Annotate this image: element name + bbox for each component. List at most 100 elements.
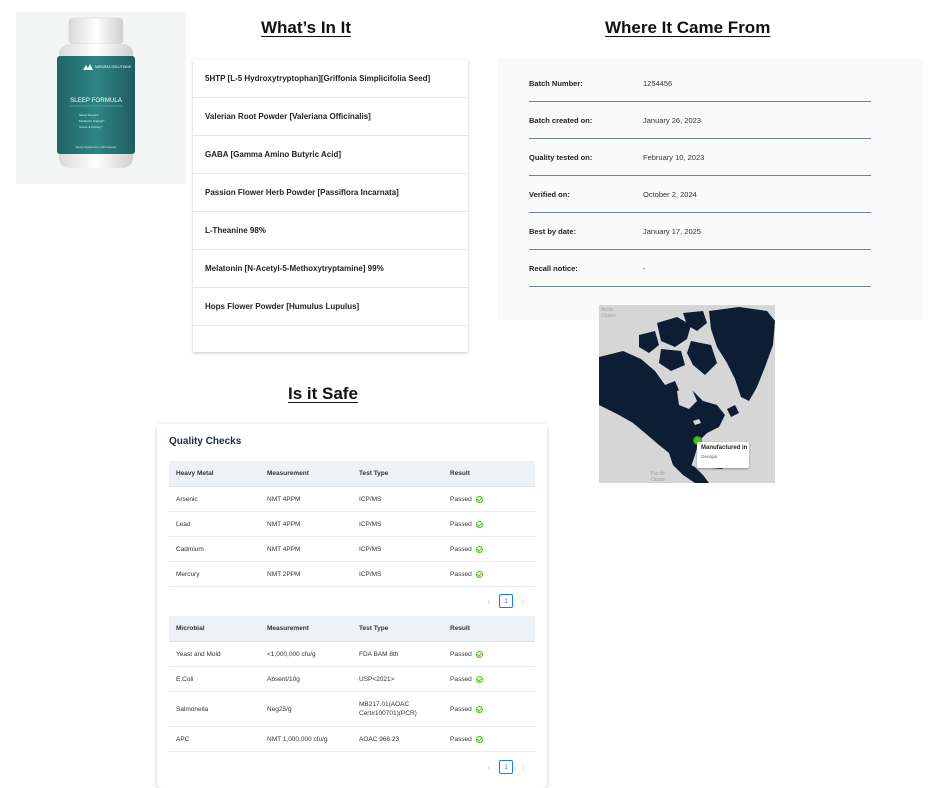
heavy-metal-table-header: Heavy Metal Measurement Test Type Result — [169, 461, 535, 487]
table-cell: NMT 4PPM — [267, 495, 301, 503]
column-header: Measurement — [267, 470, 309, 477]
result-text: Passed — [450, 495, 472, 503]
column-header: Measurement — [267, 625, 309, 632]
table-cell: Cadmium — [176, 545, 204, 553]
origin-label: Batch created on: — [529, 115, 593, 125]
column-header: Result — [450, 470, 470, 477]
bottle-benefit-1: Sleep Support* — [79, 113, 100, 117]
table-cell: Lead — [176, 520, 191, 528]
column-header: Heavy Metal — [176, 470, 214, 477]
microbial-pagination: ‹ 1 › — [483, 760, 529, 774]
ingredients-card: 5HTP [L-5 Hydroxytryptophan][Griffonia S… — [193, 60, 468, 352]
check-circle-icon — [475, 675, 483, 683]
origin-value: October 2, 2024 — [643, 189, 697, 199]
bottle-benefit-2: Melatonin Support* — [79, 119, 105, 123]
origin-value: February 10, 2023 — [643, 152, 705, 162]
table-cell: APC — [176, 735, 190, 743]
bottle-benefit-3: Stress & Anxiety* — [79, 125, 103, 129]
table-row: Arsenic NMT 4PPM ICP/MS Passed — [169, 487, 535, 512]
origin-label: Verified on: — [529, 189, 570, 199]
table-cell: ICP/MS — [359, 570, 382, 578]
table-cell: AOAC 966.23 — [359, 735, 400, 743]
table-cell: NMT 1,000,000 cfu/g — [267, 735, 328, 743]
chevron-right-icon[interactable]: › — [517, 763, 529, 772]
result-text: Passed — [450, 675, 472, 683]
origin-value: January 26, 2023 — [643, 115, 701, 125]
pacific-ocean-label: Pacific Ocean — [651, 471, 666, 483]
microbial-table-header: Microbial Measurement Test Type Result — [169, 616, 535, 642]
result-text: Passed — [450, 735, 472, 743]
table-cell: ICP/MS — [359, 495, 382, 503]
bottle-footer-text: Dietary Supplement | 120 Capsules — [76, 145, 117, 149]
table-row: Salmonella Neg25/g MB217.01(AOAC Cert#10… — [169, 692, 535, 727]
ingredient-item: Passion Flower Herb Powder [Passiflora I… — [193, 174, 468, 212]
result-cell: Passed — [450, 512, 483, 536]
table-cell: Salmonella — [176, 705, 209, 713]
bottle-brand-text: NATURAL SOLUTIONS — [95, 65, 132, 69]
table-cell: NMT 4PPM — [267, 520, 301, 528]
table-cell: Yeast and Mold — [176, 650, 221, 658]
column-header: Test Type — [359, 625, 389, 632]
table-cell: Mercury — [176, 570, 200, 578]
whats-in-it-heading: What’s In It — [261, 18, 352, 37]
origin-label: Batch Number: — [529, 78, 583, 88]
table-cell: NMT 2PPM — [267, 570, 301, 578]
tooltip-title: Manufactured in — [701, 445, 748, 451]
column-header: Test Type — [359, 470, 389, 477]
result-cell: Passed — [450, 692, 483, 726]
result-cell: Passed — [450, 487, 483, 511]
table-cell: Absent/10g — [267, 675, 300, 683]
page-number-button[interactable]: 1 — [499, 760, 513, 774]
table-cell: FDA BAM 8th — [359, 650, 399, 658]
check-circle-icon — [475, 545, 483, 553]
quality-checks-title: Quality Checks — [169, 436, 242, 447]
table-row: Yeast and Mold <1,000,000 cfu/g FDA BAM … — [169, 642, 535, 667]
result-cell: Passed — [450, 667, 483, 691]
table-cell: ICP/MS — [359, 545, 382, 553]
page-number-button[interactable]: 1 — [499, 594, 513, 608]
map-tooltip: Manufactured in Georgia — [697, 442, 749, 468]
ingredient-item: Melatonin [N-Acetyl-5-Methoxytryptamine]… — [193, 250, 468, 288]
result-cell: Passed — [450, 562, 483, 586]
tooltip-location: Georgia — [701, 454, 718, 459]
origin-row-quality-tested: Quality tested on: February 10, 2023 — [529, 139, 871, 176]
origin-row-verified: Verified on: October 2, 2024 — [529, 176, 871, 213]
table-cell: <1,000,000 cfu/g — [267, 650, 316, 658]
check-circle-icon — [475, 650, 483, 658]
heavy-metal-pagination: ‹ 1 › — [483, 594, 529, 608]
origin-label: Quality tested on: — [529, 152, 593, 162]
sleep-formula-bottle-image: NATURAL SOLUTIONS SLEEP FORMULA Sleep Su… — [57, 17, 135, 168]
origin-row-recall-notice: Recall notice: - — [529, 250, 871, 287]
table-cell: E.Coli — [176, 675, 194, 683]
result-text: Passed — [450, 520, 472, 528]
arctic-ocean-label: Arctic Ocean — [601, 307, 616, 319]
bottle-product-name: SLEEP FORMULA — [70, 97, 123, 104]
table-row: Cadmium NMT 4PPM ICP/MS Passed — [169, 537, 535, 562]
origin-value: - — [643, 263, 646, 273]
result-cell: Passed — [450, 642, 483, 666]
result-cell: Passed — [450, 727, 483, 751]
check-circle-icon — [475, 570, 483, 578]
table-cell: Neg25/g — [267, 705, 292, 713]
is-it-safe-heading: Is it Safe — [288, 384, 358, 403]
column-header: Result — [450, 625, 470, 632]
table-cell: Arsenic — [176, 495, 198, 503]
result-text: Passed — [450, 650, 472, 658]
origin-row-best-by: Best by date: January 17, 2025 — [529, 213, 871, 250]
chevron-right-icon[interactable]: › — [517, 597, 529, 606]
chevron-left-icon[interactable]: ‹ — [483, 597, 495, 606]
table-cell: ICP/MS — [359, 520, 382, 528]
origin-value: 1254456 — [643, 78, 673, 88]
ingredient-item: L-Theanine 98% — [193, 212, 468, 250]
column-header: Microbial — [176, 625, 205, 632]
origin-label: Best by date: — [529, 226, 577, 236]
origin-label: Recall notice: — [529, 263, 578, 273]
check-circle-icon — [475, 735, 483, 743]
chevron-left-icon[interactable]: ‹ — [483, 763, 495, 772]
check-circle-icon — [475, 520, 483, 528]
quality-checks-card: Quality Checks Heavy Metal Measurement T… — [157, 424, 547, 788]
manufacturing-location-map[interactable]: Arctic Ocean Pacific Ocean Manufactured … — [599, 305, 775, 483]
result-text: Passed — [450, 570, 472, 578]
result-text: Passed — [450, 705, 472, 713]
origin-row-batch-number: Batch Number: 1254456 — [529, 65, 871, 102]
